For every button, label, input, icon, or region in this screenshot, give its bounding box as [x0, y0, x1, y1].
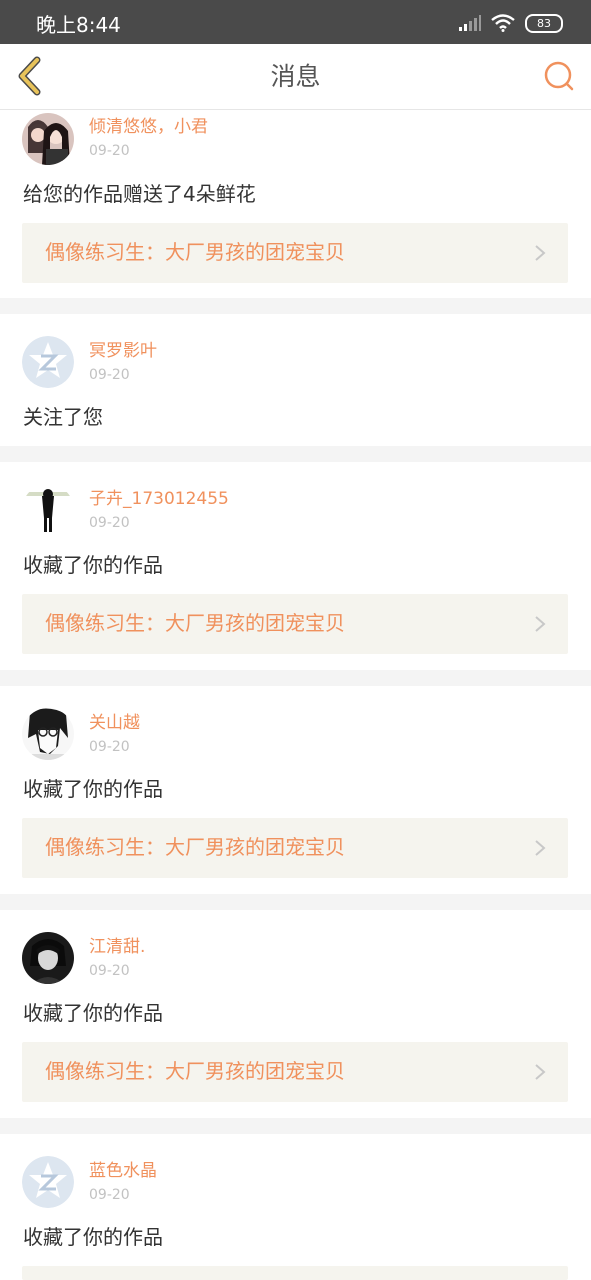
work-link[interactable]: 偶像练习生：大厂男孩的团宠宝贝 [22, 1042, 568, 1102]
status-time: 晚上8:44 [36, 13, 121, 37]
avatar[interactable] [22, 708, 74, 760]
wifi-icon [491, 14, 515, 32]
default-avatar-icon [22, 336, 74, 388]
user-name[interactable]: 蓝色水晶 [89, 1161, 157, 1181]
search-icon[interactable] [541, 58, 577, 94]
work-link[interactable]: 偶像练习生：大厂男孩的团宠宝贝 [22, 594, 568, 654]
chevron-right-icon [535, 616, 546, 632]
nav-bar: 消息 [0, 44, 591, 110]
status-bar: 晚上8:44 83 [0, 0, 591, 44]
message-card: 蓝色水晶 09-20 收藏了你的作品 [0, 1134, 591, 1280]
message-text: 收藏了你的作品 [23, 777, 163, 801]
message-text: 关注了您 [23, 405, 103, 429]
user-name[interactable]: 冥罗影叶 [89, 341, 157, 361]
message-date: 09-20 [89, 1187, 130, 1203]
signal-icon [459, 15, 481, 31]
message-date: 09-20 [89, 367, 130, 383]
avatar[interactable] [22, 932, 74, 984]
message-card: 江清甜. 09-20 收藏了你的作品 偶像练习生：大厂男孩的团宠宝贝 [0, 910, 591, 1118]
work-link[interactable] [22, 1266, 568, 1280]
message-card: 倾清悠悠，小君 09-20 给您的作品赠送了4朵鲜花 偶像练习生：大厂男孩的团宠… [0, 110, 591, 298]
avatar-image [22, 932, 74, 984]
work-link[interactable]: 偶像练习生：大厂男孩的团宠宝贝 [22, 223, 568, 283]
work-title: 偶像练习生：大厂男孩的团宠宝贝 [45, 1059, 345, 1083]
message-date: 09-20 [89, 515, 130, 531]
avatar[interactable] [22, 1156, 74, 1208]
work-title: 偶像练习生：大厂男孩的团宠宝贝 [45, 240, 345, 264]
user-name[interactable]: 江清甜. [89, 937, 145, 957]
avatar-image [22, 708, 74, 760]
status-icons: 83 [459, 12, 563, 34]
user-name[interactable]: 子卉_173012455 [89, 489, 229, 509]
avatar[interactable] [22, 336, 74, 388]
chevron-right-icon [535, 1064, 546, 1080]
battery-icon: 83 [525, 13, 563, 33]
user-name[interactable]: 关山越 [89, 713, 140, 733]
chevron-right-icon [535, 840, 546, 856]
work-title: 偶像练习生：大厂男孩的团宠宝贝 [45, 835, 345, 859]
avatar[interactable] [22, 484, 74, 536]
message-card: 冥罗影叶 09-20 关注了您 [0, 314, 591, 446]
user-name[interactable]: 倾清悠悠，小君 [89, 117, 208, 137]
default-avatar-icon [22, 1156, 74, 1208]
avatar-image [22, 113, 74, 165]
chevron-right-icon [535, 245, 546, 261]
message-text: 收藏了你的作品 [23, 1225, 163, 1249]
message-text: 收藏了你的作品 [23, 1001, 163, 1025]
work-title: 偶像练习生：大厂男孩的团宠宝贝 [45, 611, 345, 635]
work-link[interactable]: 偶像练习生：大厂男孩的团宠宝贝 [22, 818, 568, 878]
message-date: 09-20 [89, 739, 130, 755]
avatar[interactable] [22, 113, 74, 165]
message-date: 09-20 [89, 963, 130, 979]
message-text: 给您的作品赠送了4朵鲜花 [23, 182, 256, 206]
message-date: 09-20 [89, 143, 130, 159]
message-card: 子卉_173012455 09-20 收藏了你的作品 偶像练习生：大厂男孩的团宠… [0, 462, 591, 670]
avatar-image [22, 484, 74, 536]
message-text: 收藏了你的作品 [23, 553, 163, 577]
message-card: 关山越 09-20 收藏了你的作品 偶像练习生：大厂男孩的团宠宝贝 [0, 686, 591, 894]
page-title: 消息 [270, 62, 321, 91]
